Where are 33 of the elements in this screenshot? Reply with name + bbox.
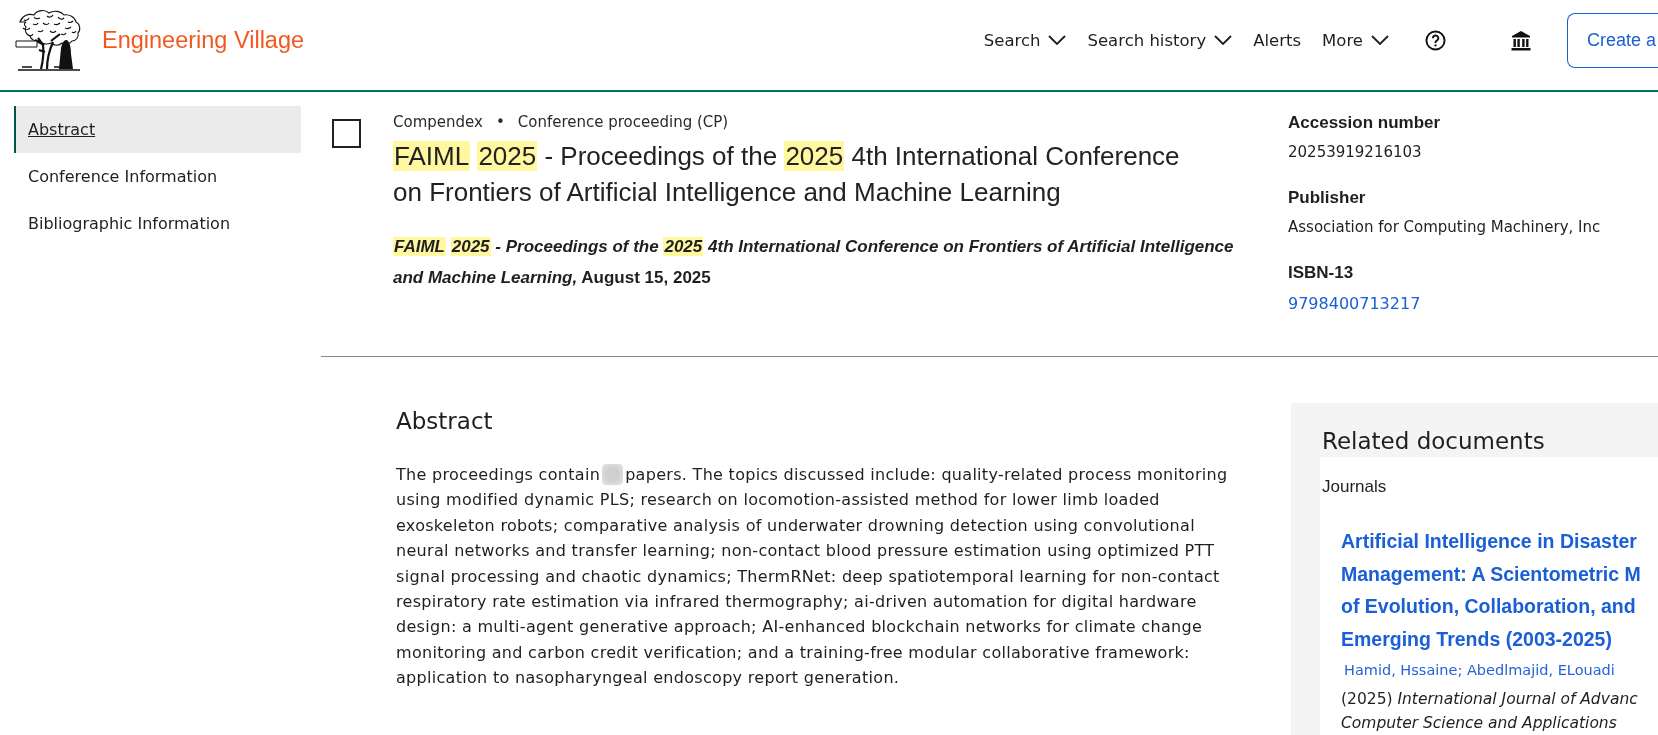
- separator-dot: •: [495, 112, 505, 132]
- help-icon[interactable]: [1424, 29, 1446, 51]
- group-label: Journals: [1322, 477, 1388, 497]
- select-checkbox[interactable]: [332, 119, 361, 148]
- chevron-down-icon: [1370, 35, 1389, 45]
- field-link[interactable]: 9798400713217: [1288, 293, 1601, 315]
- panel-heading: Related documents: [1322, 427, 1546, 455]
- dropdown-menu-button[interactable]: Search history: [1087, 30, 1233, 50]
- record-title: FAIML 2025 - Proceedings of the 2025 4th International Conference on Frontiers of Artificial Intelligence and Machine Learning: [393, 140, 1181, 209]
- sidebar-link[interactable]: Conference Information: [14, 153, 301, 200]
- tree-logo: [14, 8, 82, 72]
- section-heading: Abstract: [396, 407, 494, 435]
- citation-text: FAIML 2025 - Proceedings of the 2025 4th International Conference on Frontiers of Artificial Intelligence and Machine Learning, August 15, 2025: [393, 236, 1235, 289]
- field-label: Publisher: [1288, 187, 1367, 209]
- chevron-down-icon: [1048, 35, 1067, 45]
- abstract-text: The proceedings contain papers. The topics discussed include: quality-related process monitoring using modified dynamic PLS; research on locomotion-assisted method for lower limb loaded exoskeleton robots; comparative analysis of underwater drowning detection using convolutional neural networks and transfer learning; non-contact blood pressure estimation using optimized PTT signal processing and chaotic dynamics; ThermRNet: deep spatiotemporal learning for non-contact respiratory rate estimation via infrared thermography; ai-driven automation for digital hardware design: a multi-agent generative approach; AI-enhanced blockchain networks for climate change monitoring and carbon credit verification; and a training-free modular collaborative framework: application to nasopharyngeal endoscopy report generation.: [396, 463, 1229, 690]
- create-button[interactable]: Create a: [1566, 12, 1658, 68]
- nav-link[interactable]: Alerts: [1253, 30, 1302, 50]
- sidebar-link[interactable]: Abstract: [14, 106, 301, 153]
- database-name: Compendex: [393, 112, 483, 132]
- field-label: Accession number: [1288, 112, 1442, 134]
- field-value: 20253919216103: [1288, 142, 1423, 163]
- sidebar-link[interactable]: Bibliographic Information: [14, 200, 301, 247]
- columned-building-icon[interactable]: [1510, 29, 1531, 51]
- article-title-link[interactable]: Artificial Intelligence in Disaster Management: A Scientometric M of Evolution, Collaboration, and Emerging Trends (2003-2025): [1322, 525, 1658, 656]
- chevron-down-icon: [1214, 35, 1233, 45]
- article-source: (2025) International Journal of Advanc Computer Science and Applications: [1340, 688, 1639, 734]
- dropdown-menu-button[interactable]: More: [1322, 30, 1389, 50]
- field-label: ISBN-13: [1288, 262, 1355, 284]
- document-type: Conference proceeding (CP): [517, 112, 729, 132]
- dropdown-menu-button[interactable]: Search: [983, 30, 1067, 50]
- authors-link[interactable]: Hamid, Hssaine; Abedlmajid, ELouadi: [1322, 659, 1658, 680]
- field-value: Association for Computing Machinery, Inc: [1288, 217, 1601, 238]
